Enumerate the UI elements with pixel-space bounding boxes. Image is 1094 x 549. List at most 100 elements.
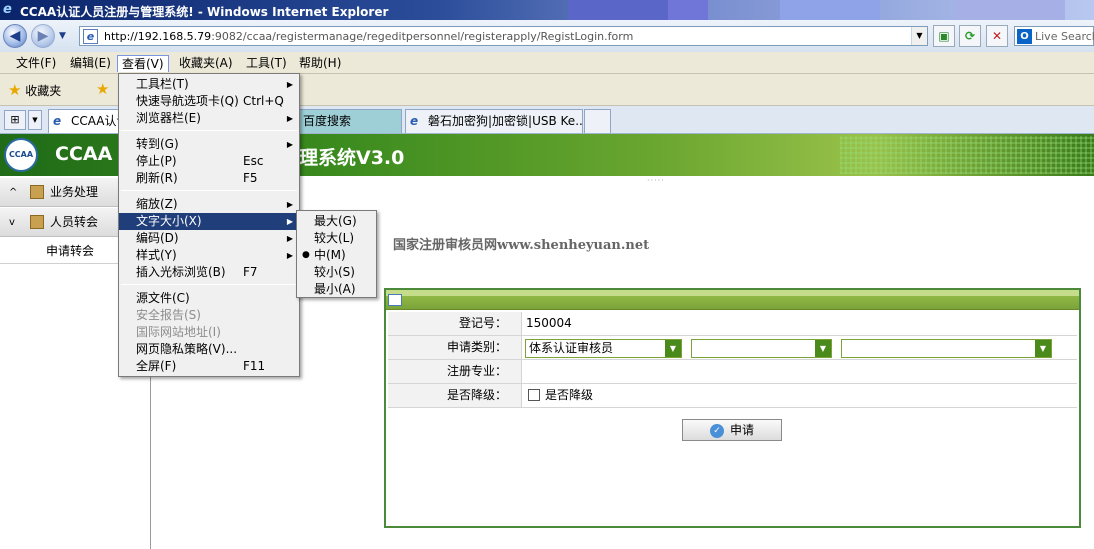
tab-ccaa[interactable]: e CCAA认证 (48, 109, 120, 133)
menu-separator (121, 190, 297, 191)
menu-item-shortcut: Esc (243, 154, 264, 168)
forward-button[interactable]: ▶ (31, 24, 55, 48)
menu-file[interactable]: 文件(F) (12, 55, 60, 72)
view-menu-explorer-bars[interactable]: 浏览器栏(E) ▶ (119, 110, 299, 127)
text-size-larger[interactable]: 较大(L) (297, 230, 376, 247)
view-menu-quick-tabs[interactable]: 快速导航选项卡(Q) Ctrl+Q (119, 93, 299, 110)
banner-decoration (840, 136, 1094, 174)
submenu-arrow-icon: ▶ (286, 217, 293, 226)
address-field[interactable]: e http://192.168.5.79:9082/ccaa/register… (79, 26, 928, 46)
add-favorite-icon[interactable]: ★ (96, 80, 109, 98)
menu-item-label: 插入光标浏览(B) (136, 265, 226, 279)
selected-bullet-icon: ● (302, 250, 310, 260)
submit-apply-button[interactable]: ✓ 申请 (682, 419, 782, 441)
quick-tabs-icon[interactable]: ⊞ (4, 110, 26, 130)
url-host: http://192.168.5.79 (104, 30, 212, 43)
menu-help[interactable]: 帮助(H) (295, 55, 345, 72)
submenu-arrow-icon: ▶ (286, 80, 293, 89)
address-dropdown-icon[interactable]: ▼ (911, 27, 927, 45)
menu-item-label: 源文件(C) (136, 291, 190, 305)
submenu-arrow-icon: ▶ (286, 251, 293, 260)
window-title: CCAA认证人员注册与管理系统! - Windows Internet Expl… (20, 5, 389, 19)
downgrade-checkbox-label[interactable]: 是否降级 (545, 384, 593, 407)
search-input[interactable]: Live Search (1035, 30, 1094, 43)
view-menu: 工具栏(T) ▶ 快速导航选项卡(Q) Ctrl+Q 浏览器栏(E) ▶ 转到(G) ▶… (118, 73, 300, 377)
tab-label: 百度搜索 (303, 114, 352, 128)
text-size-smaller[interactable]: 较小(S) (297, 264, 376, 281)
form-row-registration-no: 登记号： 150004 (388, 312, 1077, 336)
address-toolbar: ◀ ▶ ▼ e http://192.168.5.79:9082/ccaa/re… (0, 20, 1094, 52)
menu-favorites[interactable]: 收藏夹(A) (175, 55, 237, 72)
menu-view[interactable]: 查看(V) (117, 55, 169, 72)
tab-baidu[interactable]: 百度搜索 (298, 109, 402, 133)
stop-icon[interactable]: ✕ (986, 25, 1008, 47)
ie-page-icon: e (410, 114, 419, 128)
menu-item-shortcut: F11 (243, 359, 266, 373)
view-menu-toolbars[interactable]: 工具栏(T) ▶ (119, 76, 299, 93)
folder-icon (30, 215, 44, 229)
new-tab-button[interactable] (584, 109, 611, 133)
check-icon: ✓ (709, 423, 724, 438)
dropdown-arrow-icon: ▼ (665, 340, 681, 357)
window-icon (388, 294, 402, 306)
view-menu-privacy[interactable]: 网页隐私策略(V)... (119, 341, 299, 358)
menu-item-label: 安全报告(S) (136, 308, 201, 322)
downgrade-label: 是否降级： (388, 384, 522, 407)
specialty-label: 注册专业： (388, 360, 522, 383)
splitter-handle[interactable]: ····· (647, 176, 665, 185)
apply-type-select[interactable]: 体系认证审核员 ▼ (525, 339, 682, 358)
collapse-icon: ^ (9, 187, 18, 198)
menu-tools[interactable]: 工具(T) (242, 55, 291, 72)
apply-type-2-select[interactable]: ▼ (691, 339, 832, 358)
downgrade-checkbox[interactable] (528, 389, 540, 401)
form-header-stripe (386, 290, 1079, 296)
menu-item-label: 样式(Y) (136, 248, 177, 262)
page-icon: e (83, 29, 98, 44)
menu-item-shortcut: F7 (243, 265, 258, 279)
view-menu-zoom[interactable]: 缩放(Z) ▶ (119, 196, 299, 213)
apply-type-value: 体系认证审核员 (529, 341, 614, 355)
view-menu-fullscreen[interactable]: 全屏(F) F11 (119, 358, 299, 375)
submenu-arrow-icon: ▶ (286, 200, 293, 209)
titlebar-decoration (780, 0, 880, 20)
tab-panshi[interactable]: e 磐石加密狗|加密锁|USB Ke... (405, 109, 583, 133)
dropdown-arrow-icon: ▼ (1035, 340, 1051, 357)
folder-icon (30, 185, 44, 199)
view-menu-stop[interactable]: 停止(P) Esc (119, 153, 299, 170)
text-size-smallest[interactable]: 最小(A) (297, 281, 376, 298)
apply-type-label: 申请类别： (388, 336, 522, 359)
tab-list-icon[interactable]: ▼ (28, 110, 42, 130)
menu-item-label: 较小(S) (314, 265, 355, 279)
form-row-specialty: 注册专业： (388, 360, 1077, 384)
menu-item-label: 中(M) (314, 248, 346, 262)
view-menu-caret-browsing[interactable]: 插入光标浏览(B) F7 (119, 264, 299, 281)
menu-edit[interactable]: 编辑(E) (66, 55, 115, 72)
expand-icon: v (9, 217, 15, 228)
text-size-largest[interactable]: 最大(G) (297, 213, 376, 230)
view-menu-go-to[interactable]: 转到(G) ▶ (119, 136, 299, 153)
search-box[interactable]: O Live Search (1014, 26, 1094, 46)
view-menu-security-report: 安全报告(S) (119, 307, 299, 324)
titlebar-decoration (668, 0, 708, 20)
favorites-button[interactable]: ★ 收藏夹 (8, 81, 61, 99)
apply-type-3-select[interactable]: ▼ (841, 339, 1052, 358)
menu-item-label: 编码(D) (136, 231, 179, 245)
registration-no-label: 登记号： (388, 312, 522, 335)
ie-page-icon: e (53, 114, 62, 128)
history-dropdown-icon[interactable]: ▼ (59, 31, 66, 41)
view-menu-encoding[interactable]: 编码(D) ▶ (119, 230, 299, 247)
view-menu-source[interactable]: 源文件(C) (119, 290, 299, 307)
view-menu-refresh[interactable]: 刷新(R) F5 (119, 170, 299, 187)
menu-item-label: 国际网站地址(I) (136, 325, 221, 339)
menu-item-label: 停止(P) (136, 154, 177, 168)
menu-bar: 文件(F) 编辑(E) 查看(V) 收藏夹(A) 工具(T) 帮助(H) (0, 52, 1094, 74)
back-button[interactable]: ◀ (3, 24, 27, 48)
sidebar-section-label: 人员转会 (50, 215, 99, 229)
text-size-medium[interactable]: ● 中(M) (297, 247, 376, 264)
view-menu-style[interactable]: 样式(Y) ▶ (119, 247, 299, 264)
compatibility-view-icon[interactable]: ▣ (933, 25, 955, 47)
menu-item-shortcut: F5 (243, 171, 258, 185)
live-search-icon: O (1017, 29, 1032, 44)
refresh-icon[interactable]: ⟳ (959, 25, 981, 47)
view-menu-text-size[interactable]: 文字大小(X) ▶ (119, 213, 299, 230)
